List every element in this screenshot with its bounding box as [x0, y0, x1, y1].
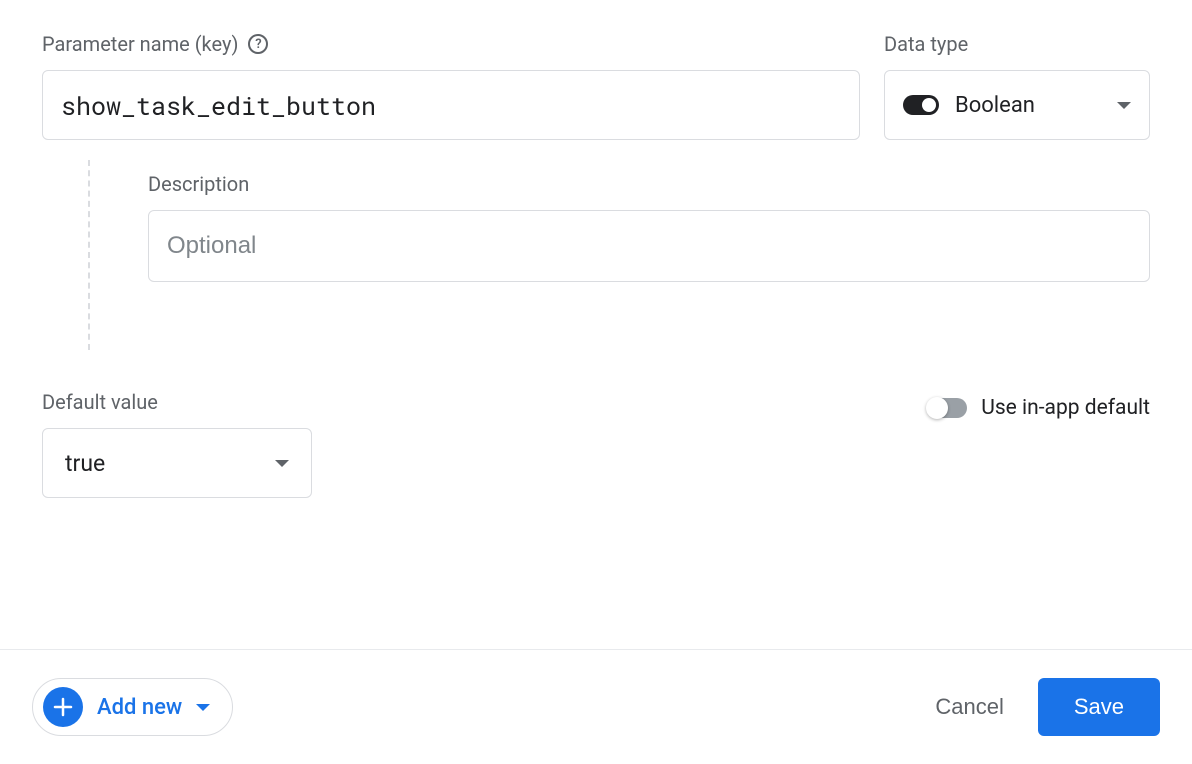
- add-new-label: Add new: [97, 695, 182, 720]
- save-button[interactable]: Save: [1038, 678, 1160, 736]
- parameter-name-input[interactable]: [42, 70, 860, 140]
- indent-line: [88, 160, 90, 350]
- data-type-select[interactable]: Boolean: [884, 70, 1150, 140]
- data-type-label-text: Data type: [884, 32, 968, 56]
- chevron-down-icon: [275, 460, 289, 467]
- data-type-value: Boolean: [955, 93, 1035, 118]
- default-value-label: Default value: [42, 390, 312, 414]
- description-label: Description: [148, 172, 1150, 196]
- parameter-name-label-text: Parameter name (key): [42, 32, 238, 56]
- chevron-down-icon: [1117, 102, 1131, 109]
- parameter-name-label: Parameter name (key) ?: [42, 32, 860, 56]
- default-value-label-text: Default value: [42, 390, 158, 414]
- description-input[interactable]: [148, 210, 1150, 282]
- help-icon[interactable]: ?: [248, 34, 268, 54]
- default-value-select[interactable]: true: [42, 428, 312, 498]
- use-in-app-default-toggle[interactable]: [927, 398, 967, 418]
- plus-icon: [43, 687, 83, 727]
- description-label-text: Description: [148, 172, 249, 196]
- footer-bar: Add new Cancel Save: [0, 649, 1192, 764]
- chevron-down-icon: [196, 704, 210, 711]
- default-value-text: true: [65, 450, 105, 477]
- use-in-app-default-label: Use in-app default: [981, 396, 1150, 420]
- add-new-button[interactable]: Add new: [32, 678, 233, 736]
- cancel-button[interactable]: Cancel: [935, 694, 1003, 720]
- boolean-type-icon: [903, 95, 939, 115]
- data-type-label: Data type: [884, 32, 1150, 56]
